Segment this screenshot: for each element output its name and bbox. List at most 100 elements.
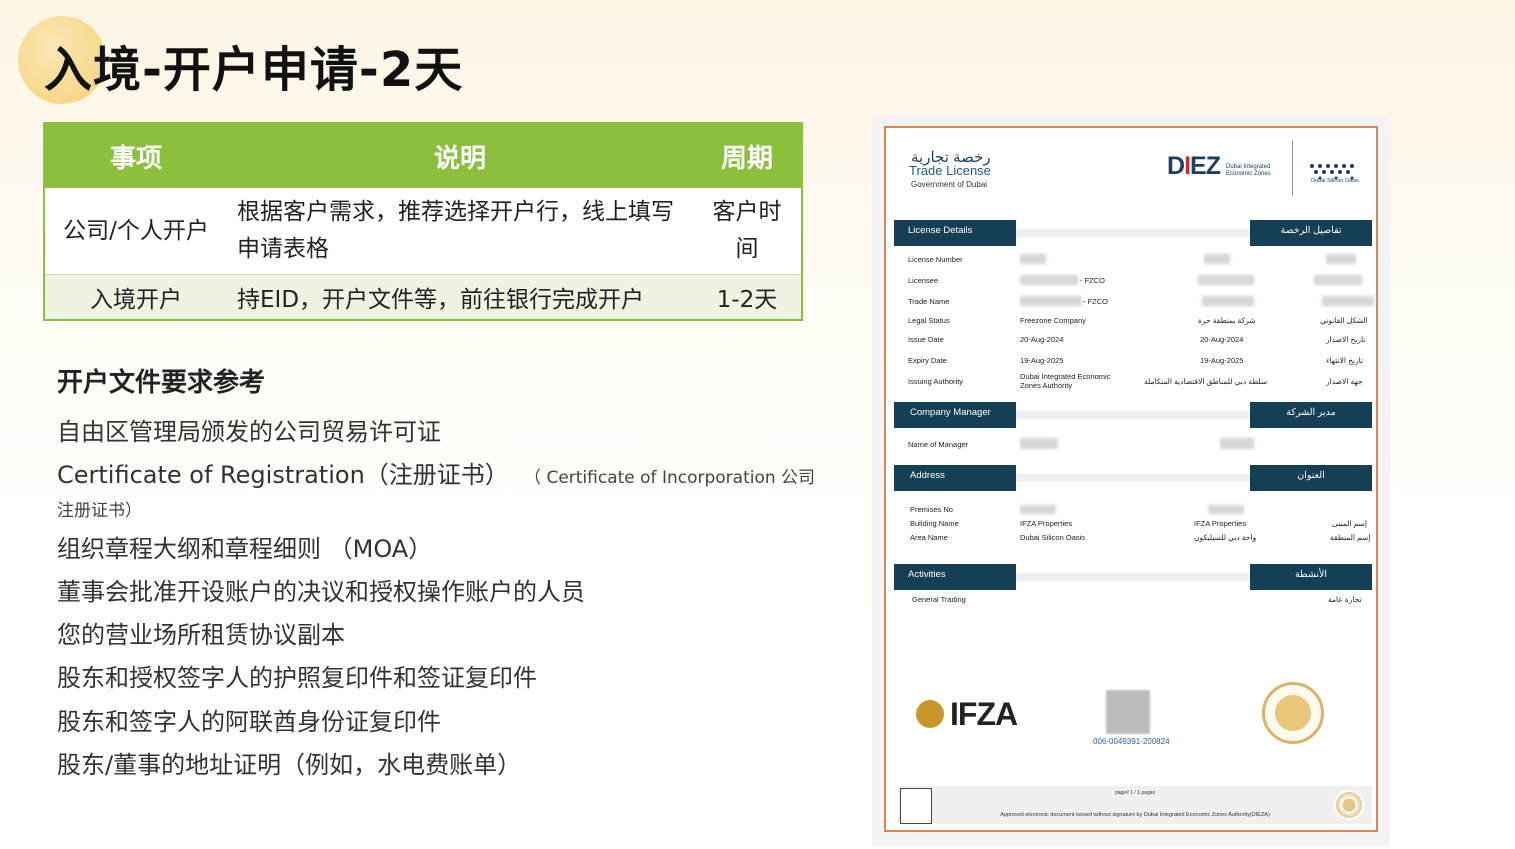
table-cell-desc: 持EID，开户文件等，前往银行完成开户 <box>227 274 693 320</box>
diez-logo: DIEZ <box>1167 152 1221 180</box>
value-expiry-date: 19-Aug-2025 <box>1020 356 1064 365</box>
field-licensee: Licensee <box>908 276 939 285</box>
redacted-value <box>1020 275 1078 285</box>
ifza-logo-text: IFZA <box>950 696 1018 732</box>
field-area-name: Area Name <box>910 533 948 542</box>
requirement-note: （ Certificate of Incorporation 公司 <box>524 468 816 488</box>
redacted-value <box>1020 254 1046 264</box>
label-authority-arabic: جهة الاصدار <box>1326 377 1363 386</box>
page-title: 入境-开户申请-2天 <box>44 42 464 98</box>
requirement-item: Certificate of Registration（注册证书） （ Cert… <box>57 455 815 490</box>
redacted-value <box>1208 505 1244 514</box>
section-company-manager: Company Manager <box>894 402 1016 428</box>
value-building-name-alt: IFZA Properties <box>1194 519 1247 528</box>
section-company-manager-arabic: مدير الشركة <box>1250 402 1372 428</box>
redacted-value <box>1326 254 1356 264</box>
redacted-value <box>1322 296 1374 306</box>
trade-name-suffix: - FZCO <box>1083 297 1108 306</box>
value-issue-date-alt: 20-Aug-2024 <box>1200 335 1244 344</box>
label-legal-status-arabic: الشكل القانوني <box>1320 316 1368 325</box>
value-issuing-authority: Dubai Integrated Economic Zones Authorit… <box>1020 372 1111 390</box>
ifza-seal-icon <box>1262 682 1324 744</box>
value-building-name: IFZA Properties <box>1020 519 1073 528</box>
requirements-heading: 开户文件要求参考 <box>57 368 266 398</box>
footer-approval-text: Approved electronic document issued with… <box>1000 812 1270 818</box>
redacted-value <box>1204 254 1230 264</box>
uae-emblem-icon <box>900 788 932 824</box>
value-activity: General Trading <box>912 595 966 604</box>
table-header-desc: 说明 <box>227 123 693 188</box>
value-issuing-authority-arabic: سلطة دبي للمناطق الاقتصادية المتكاملة <box>1144 377 1268 386</box>
requirement-item: 股东和授权签字人的护照复印件和签证复印件 <box>57 664 537 692</box>
requirement-item: 组织章程大纲和章程细则 （MOA） <box>57 535 433 563</box>
requirement-item: 股东/董事的地址证明（例如，水电费账单） <box>57 751 522 779</box>
label-expiry-date-arabic: تاريخ الانتهاء <box>1326 356 1363 365</box>
value-activity-arabic: تجارة عامة <box>1328 595 1362 604</box>
diez-subtitle: Dubai Integrated Economic Zones <box>1226 164 1271 177</box>
table-cell-item: 公司/个人开户 <box>44 188 227 275</box>
table-cell-item: 入境开户 <box>44 274 227 320</box>
license-footer: page# 1 / 1 pages Approved electronic do… <box>898 786 1372 824</box>
redacted-value <box>1020 296 1082 306</box>
dso-logo-icon <box>1310 164 1354 180</box>
section-license-details-arabic: تفاصيل الرخصة <box>1250 220 1372 246</box>
label-issue-date-arabic: تاريخ الاصدار <box>1326 335 1366 344</box>
licensee-suffix: - FZCO <box>1080 276 1105 285</box>
ifza-logo-icon <box>916 700 944 728</box>
redacted-value <box>1202 296 1254 306</box>
section-divider <box>1016 474 1250 482</box>
field-trade-name: Trade Name <box>908 297 950 306</box>
value-area-name: Dubai Silicon Oasis <box>1020 533 1086 542</box>
value-area-name-arabic: واحة دبي للسيليكون <box>1194 533 1257 542</box>
field-legal-status: Legal Status <box>908 316 950 325</box>
dso-label: Dubai Silicon Oasis <box>1311 178 1359 184</box>
requirement-item: 股东和签字人的阿联酋身份证复印件 <box>57 708 441 736</box>
value-expiry-date-alt: 19-Aug-2025 <box>1200 356 1244 365</box>
section-activities-arabic: الأنشطة <box>1250 564 1372 590</box>
value-legal-status-arabic: شركة بمنطقة حرة <box>1198 316 1256 325</box>
redacted-value <box>1020 438 1058 449</box>
redacted-value <box>1020 505 1056 514</box>
section-activities: Activities <box>894 564 1016 590</box>
table-header-period: 周期 <box>693 123 802 188</box>
requirement-item-text: Certificate of Registration（注册证书） <box>57 461 509 489</box>
field-issue-date: Issue Date <box>908 335 944 344</box>
qr-number: 006-0049391-200824 <box>1093 737 1170 746</box>
requirement-note-cont: 注册证书） <box>57 501 142 521</box>
table-cell-desc: 根据客户需求，推荐选择开户行，线上填写申请表格 <box>227 188 693 275</box>
label-area-arabic: إسم المنطقة <box>1330 533 1371 542</box>
field-expiry-date: Expiry Date <box>908 356 947 365</box>
qr-code <box>1106 690 1150 734</box>
section-address: Address <box>894 465 1016 491</box>
requirement-item: 您的营业场所租赁协议副本 <box>57 621 345 649</box>
license-government: Government of Dubai <box>911 180 988 189</box>
table-row: 入境开户 持EID，开户文件等，前往银行完成开户 1-2天 <box>44 274 802 320</box>
redacted-value <box>1198 275 1254 285</box>
license-title: Trade License <box>909 163 991 178</box>
expo-emblem-icon <box>1334 790 1364 820</box>
field-building-name: Building Name <box>910 519 959 528</box>
trade-license-document: رخصة تجارية Trade License Government of … <box>884 126 1378 832</box>
section-divider <box>1016 411 1250 419</box>
value-legal-status: Freezone Company <box>1020 316 1086 325</box>
section-divider <box>1016 573 1250 581</box>
requirement-item: 自由区管理局颁发的公司贸易许可证 <box>57 418 441 446</box>
section-address-arabic: العنوان <box>1250 465 1372 491</box>
table-cell-period: 1-2天 <box>693 274 802 320</box>
redacted-value <box>1220 438 1254 449</box>
field-license-number: License Number <box>908 255 963 264</box>
table-header-item: 事项 <box>44 123 227 188</box>
field-issuing-authority: Issuing Authority <box>908 377 964 386</box>
logo-divider <box>1292 140 1293 196</box>
requirement-item: 董事会批准开设账户的决议和授权操作账户的人员 <box>57 578 585 606</box>
section-license-details: License Details <box>894 220 1016 246</box>
footer-page-number: page# 1 / 1 pages <box>1114 790 1156 796</box>
field-name-of-manager: Name of Manager <box>908 440 969 449</box>
field-premises-no: Premises No <box>910 505 953 514</box>
value-issue-date: 20-Aug-2024 <box>1020 335 1064 344</box>
section-divider <box>1016 229 1250 237</box>
process-table: 事项 说明 周期 公司/个人开户 根据客户需求，推荐选择开户行，线上填写申请表格… <box>43 122 803 321</box>
label-building-arabic: إسم المبنى <box>1332 519 1367 528</box>
table-cell-period: 客户时间 <box>693 188 802 275</box>
table-row: 公司/个人开户 根据客户需求，推荐选择开户行，线上填写申请表格 客户时间 <box>44 188 802 275</box>
